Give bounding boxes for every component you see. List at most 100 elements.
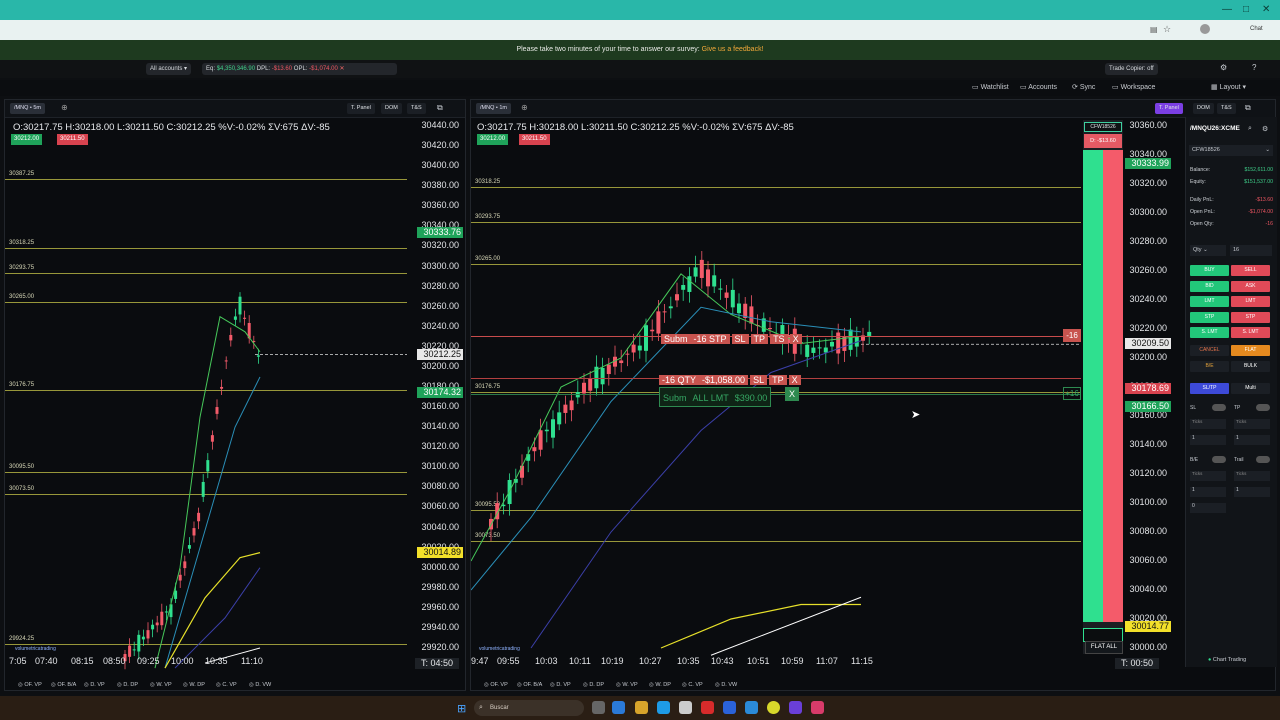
trail-ticks-select[interactable]: Ticks <box>1234 471 1270 481</box>
stop-tp-button[interactable]: TP <box>750 334 769 344</box>
sl-ticks-input[interactable]: 1 <box>1190 435 1226 445</box>
left-price-chart[interactable] <box>5 118 407 670</box>
buy-stop-limit-button[interactable]: S. LMT <box>1190 327 1229 338</box>
gear-icon[interactable]: ⚙ <box>1262 125 1268 133</box>
be-offset-input[interactable]: 0 <box>1190 503 1226 513</box>
sell-limit-button[interactable]: LMT <box>1231 296 1270 307</box>
tpanel-button[interactable]: T. Panel <box>347 103 375 114</box>
trail-ticks-input[interactable]: 1 <box>1234 487 1270 497</box>
chart-trading-toggle[interactable]: ● Chart Trading <box>1208 657 1246 663</box>
indicator-tab[interactable]: ◎ OF. B/A <box>51 682 76 688</box>
breakeven-button[interactable]: B/E <box>1190 361 1229 372</box>
sell-stop-limit-button[interactable]: S. LMT <box>1231 327 1270 338</box>
position-sl-button[interactable]: SL <box>750 375 768 385</box>
indicator-tab[interactable]: ◎ C. VP <box>216 682 237 688</box>
indicator-tab[interactable]: ◎ D. VW <box>249 682 271 688</box>
indicator-tab[interactable]: ◎ W. VP <box>150 682 172 688</box>
address-bar[interactable]: ▤ ☆ Chat <box>0 20 1280 40</box>
discord-icon[interactable] <box>789 701 802 714</box>
qty-type-select[interactable]: Qty ⌄ <box>1190 245 1226 256</box>
edge-icon[interactable] <box>657 701 670 714</box>
sell-button[interactable]: SELL <box>1231 265 1270 276</box>
buy-limit-button[interactable]: LMT <box>1190 296 1229 307</box>
indicator-tab[interactable]: ◎ D. DP <box>117 682 138 688</box>
indicator-tab[interactable]: ◎ D. DP <box>583 682 604 688</box>
limit-cancel-button[interactable]: X <box>785 387 800 401</box>
be-ticks-input[interactable]: 1 <box>1190 487 1226 497</box>
tab-multi[interactable]: Multi <box>1231 383 1270 394</box>
ts-button[interactable]: T&S <box>407 103 426 114</box>
workspace-menu[interactable]: ▭ Workspace <box>1112 83 1155 93</box>
search-icon[interactable]: ⌕ <box>1248 125 1252 133</box>
chrome-icon[interactable] <box>767 701 780 714</box>
popout-icon[interactable]: ⧉ <box>1245 103 1251 113</box>
indicator-tab[interactable]: ◎ OF. VP <box>18 682 42 688</box>
indicator-tab[interactable]: ◎ W. DP <box>183 682 205 688</box>
flat-button[interactable]: FLAT <box>1231 345 1270 356</box>
tpanel-button[interactable]: T. Panel <box>1155 103 1183 114</box>
buy-button[interactable]: BUY <box>1190 265 1229 276</box>
gear-icon[interactable]: ⚙ <box>1220 63 1227 72</box>
position-close-button[interactable]: X <box>788 375 801 385</box>
stop-sl-button[interactable]: SL <box>731 334 749 344</box>
right-chart-panel[interactable]: /MNQ • 1m ⊕ T. Panel DOM T&S ⧉ O:30217.7… <box>470 99 1276 691</box>
extension-icon[interactable]: ▤ <box>1150 25 1158 34</box>
left-chart-panel[interactable]: /MNQ • 5m ⊕ T. Panel DOM T&S ⧉ O:30217.7… <box>4 99 466 691</box>
app-icon[interactable] <box>612 701 625 714</box>
indicator-tab[interactable]: ◎ C. VP <box>682 682 703 688</box>
tp-ticks-select[interactable]: Ticks <box>1234 419 1270 429</box>
popout-icon[interactable]: ⧉ <box>437 103 443 113</box>
close-icon[interactable]: ✕ <box>1262 4 1270 15</box>
right-y-axis[interactable]: 30360.00 30340.00 30320.00 30300.00 30280.00… <box>1115 118 1173 670</box>
file-explorer-icon[interactable] <box>635 701 648 714</box>
star-icon[interactable]: ☆ <box>1163 24 1171 35</box>
trail-toggle[interactable] <box>1256 456 1270 463</box>
layout-menu[interactable]: ▦ Layout ▾ <box>1211 83 1246 93</box>
store-icon[interactable] <box>679 701 692 714</box>
qty-marker-green[interactable]: +16 <box>1063 387 1081 400</box>
qty-input[interactable]: 16 <box>1230 245 1272 256</box>
right-symbol-tab[interactable]: /MNQ • 1m <box>476 103 511 114</box>
trade-copier-toggle[interactable]: Trade Copier: off <box>1105 63 1158 75</box>
avatar[interactable] <box>1200 24 1210 34</box>
indicator-tab[interactable]: ◎ OF. B/A <box>517 682 542 688</box>
accounts-menu[interactable]: ▭ Accounts <box>1020 83 1057 93</box>
app-red-icon[interactable] <box>701 701 714 714</box>
accounts-select[interactable]: All accounts ▾ <box>146 63 192 75</box>
feedback-link[interactable]: Give us a feedback! <box>702 46 764 53</box>
ts-button[interactable]: T&S <box>1217 103 1236 114</box>
sl-toggle[interactable] <box>1212 404 1226 411</box>
tp-ticks-input[interactable]: 1 <box>1234 435 1270 445</box>
position-tp-button[interactable]: TP <box>769 375 787 385</box>
indicator-tab[interactable]: ◎ D. VP <box>550 682 571 688</box>
sell-stop-button[interactable]: STP <box>1231 312 1270 323</box>
watchlist-menu[interactable]: ▭ Watchlist <box>972 83 1009 93</box>
left-symbol-tab[interactable]: /MNQ • 5m <box>10 103 45 114</box>
minimize-icon[interactable]: — <box>1222 4 1232 15</box>
indicator-tab[interactable]: ◎ OF. VP <box>484 682 508 688</box>
dom-button[interactable]: DOM <box>1193 103 1214 114</box>
tab-sltp[interactable]: SL/TP <box>1190 383 1229 394</box>
sl-ticks-select[interactable]: Ticks <box>1190 419 1226 429</box>
account-select[interactable]: CFW18526 ⌄ <box>1189 145 1273 156</box>
be-ticks-select[interactable]: Ticks <box>1190 471 1226 481</box>
stop-ts-button[interactable]: TS <box>770 334 788 344</box>
dom-button[interactable]: DOM <box>381 103 402 114</box>
trade-symbol[interactable]: /MNQU26:XCME <box>1190 125 1240 132</box>
trade-panel[interactable]: /MNQU26:XCME ⌕ ⚙ CFW18526 ⌄ Balance: $152,… <box>1185 117 1277 667</box>
indicator-tab[interactable]: ◎ W. VP <box>616 682 638 688</box>
close-icon[interactable]: ✕ <box>340 66 345 72</box>
tp-toggle[interactable] <box>1256 404 1270 411</box>
help-icon[interactable]: ? <box>1252 63 1256 72</box>
mail-icon[interactable] <box>745 701 758 714</box>
bulk-button[interactable]: BULK <box>1231 361 1270 372</box>
indicator-tab[interactable]: ◎ D. VP <box>84 682 105 688</box>
limit-qty[interactable]: ALL LMT <box>690 393 732 403</box>
left-y-axis[interactable]: 30440.00 30420.00 30400.00 30380.00 30360.00… <box>407 118 465 670</box>
qty-marker-red[interactable]: -16 <box>1063 329 1081 342</box>
indicator-tab[interactable]: ◎ W. DP <box>649 682 671 688</box>
add-tab-icon[interactable]: ⊕ <box>61 103 68 112</box>
help-icon[interactable] <box>723 701 736 714</box>
cancel-button[interactable]: CANCEL <box>1190 345 1229 356</box>
position-ticket[interactable]: -16 QTY -$1,058.00 SL TP X <box>659 370 801 388</box>
